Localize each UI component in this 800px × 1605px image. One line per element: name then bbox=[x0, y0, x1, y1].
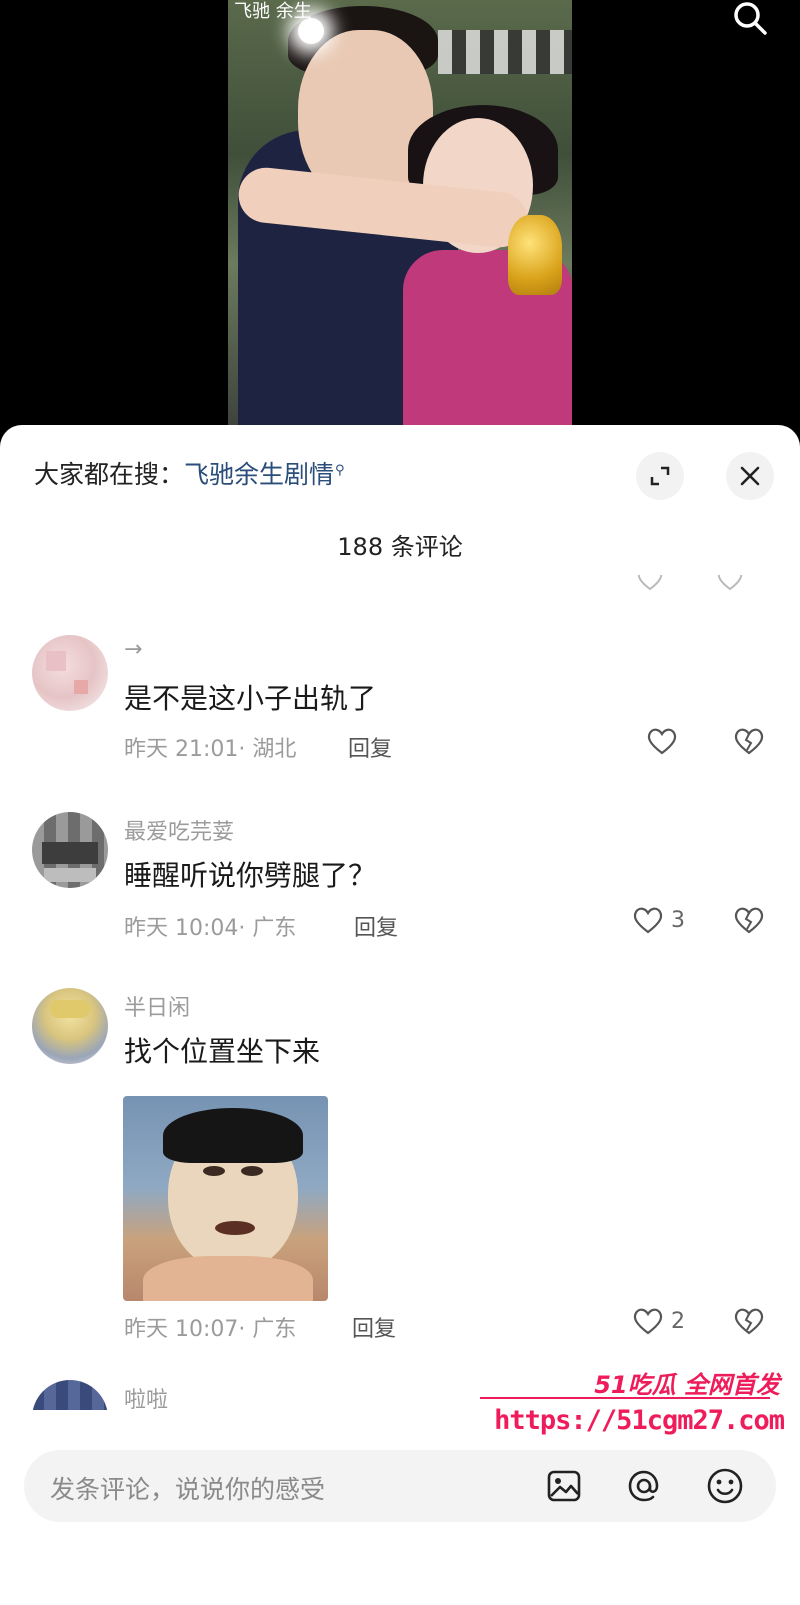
comment-input-placeholder: 发条评论，说说你的感受 bbox=[50, 1475, 326, 1504]
close-icon bbox=[740, 466, 760, 486]
comment-meta: 昨天 21:01· 湖北 bbox=[124, 731, 296, 763]
like-button[interactable]: 2 bbox=[631, 1305, 685, 1337]
like-button[interactable] bbox=[645, 725, 685, 757]
image-icon bbox=[547, 1470, 581, 1502]
reply-button[interactable]: 回复 bbox=[352, 1311, 396, 1343]
close-button[interactable] bbox=[726, 452, 774, 500]
comment-username[interactable]: 半日闲 bbox=[124, 990, 190, 1022]
reply-button[interactable]: 回复 bbox=[354, 910, 398, 942]
comment-location: · 广东 bbox=[238, 1317, 297, 1342]
expand-button[interactable] bbox=[636, 452, 684, 500]
reply-button[interactable]: 回复 bbox=[348, 731, 392, 763]
drama-poster: 飞驰 余生 bbox=[228, 0, 572, 440]
heart-icon bbox=[633, 1308, 663, 1335]
sticker-hair bbox=[163, 1108, 303, 1163]
scrolled-off-comment-meta bbox=[120, 575, 800, 595]
broken-heart-icon bbox=[717, 575, 743, 591]
heart-icon bbox=[637, 575, 663, 591]
hot-search-suggestion[interactable]: 大家都在搜：飞驰余生剧情⚲ bbox=[34, 455, 345, 491]
poster-checkered-banner bbox=[438, 30, 572, 74]
image-button[interactable] bbox=[543, 1465, 585, 1507]
expand-icon bbox=[650, 466, 670, 486]
avatar[interactable] bbox=[32, 988, 108, 1064]
comment-sticker-image[interactable] bbox=[123, 1096, 328, 1301]
comment-meta: 昨天 10:07· 广东 bbox=[124, 1311, 296, 1343]
avatar[interactable] bbox=[32, 812, 108, 888]
top-search-button[interactable] bbox=[730, 0, 770, 40]
emoji-icon bbox=[707, 1468, 743, 1504]
video-area[interactable]: 飞驰 余生 bbox=[0, 0, 800, 440]
heart-icon bbox=[647, 728, 677, 755]
comment-username[interactable]: 最爱吃芫荽 bbox=[124, 814, 234, 846]
dislike-button[interactable] bbox=[732, 904, 766, 940]
search-small-icon: ⚲ bbox=[335, 462, 345, 478]
comment-location: · 广东 bbox=[238, 916, 297, 941]
site-watermark: 51吃瓜 全网首发 https://51cgm27.com bbox=[480, 1355, 792, 1455]
comment-text: 睡醒听说你劈腿了？ bbox=[124, 859, 377, 892]
like-count: 3 bbox=[671, 907, 685, 933]
comment-meta: 昨天 10:04· 广东 bbox=[124, 910, 296, 942]
watermark-brand: 51吃瓜 全网首发 bbox=[594, 1371, 780, 1399]
hot-search-term[interactable]: 飞驰余生剧情 bbox=[184, 460, 334, 489]
comment-location: · 湖北 bbox=[238, 737, 297, 762]
comment-time: 昨天 10:04 bbox=[124, 916, 239, 941]
heart-icon bbox=[633, 907, 663, 934]
hot-search-prefix: 大家都在搜： bbox=[34, 460, 185, 489]
comment-username[interactable]: → bbox=[124, 637, 142, 662]
dislike-button[interactable] bbox=[732, 1305, 766, 1341]
comment-time: 昨天 21:01 bbox=[124, 737, 239, 762]
comment-text: 找个位置坐下来 bbox=[124, 1035, 321, 1068]
poster-title: 飞驰 余生 bbox=[234, 1, 312, 22]
comment-input[interactable]: 发条评论，说说你的感受 bbox=[24, 1450, 776, 1522]
comment-time: 昨天 10:07 bbox=[124, 1317, 239, 1342]
poster-trophy bbox=[508, 215, 562, 295]
comment-count: 188 条评论 bbox=[337, 533, 463, 561]
mention-button[interactable] bbox=[623, 1465, 665, 1507]
avatar[interactable] bbox=[32, 635, 108, 711]
broken-heart-icon bbox=[734, 1308, 764, 1335]
search-icon bbox=[734, 2, 767, 35]
like-button[interactable]: 3 bbox=[631, 904, 685, 936]
comment-text: 是不是这小子出轨了 bbox=[124, 682, 377, 715]
at-icon bbox=[628, 1470, 659, 1502]
watermark-url: https://51cgm27.com bbox=[494, 1405, 785, 1436]
dislike-button[interactable] bbox=[732, 725, 766, 761]
broken-heart-icon bbox=[734, 728, 764, 755]
emoji-button[interactable] bbox=[704, 1465, 746, 1507]
broken-heart-icon bbox=[734, 907, 764, 934]
like-count: 2 bbox=[671, 1308, 685, 1334]
